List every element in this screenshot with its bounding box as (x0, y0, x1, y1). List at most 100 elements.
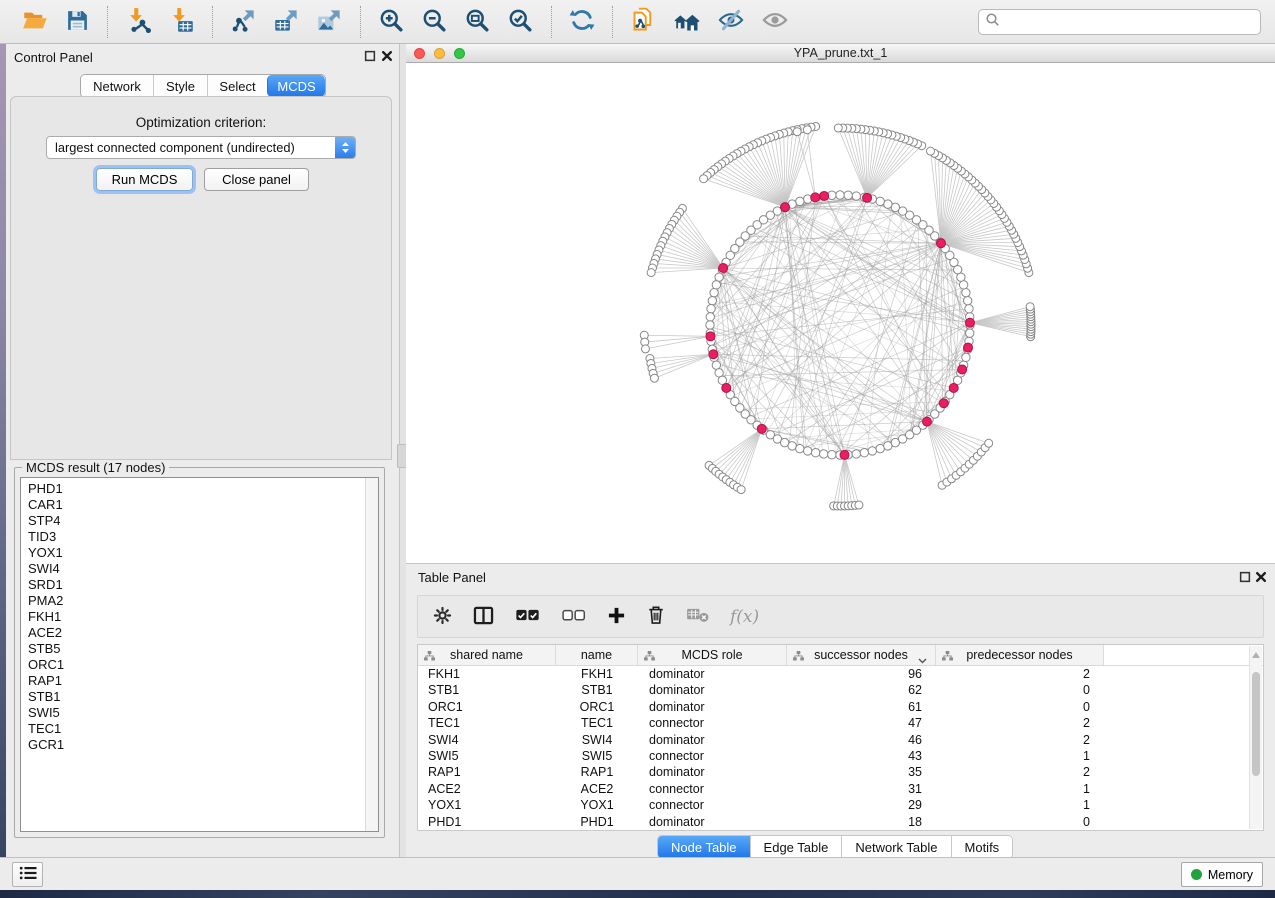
column-label: MCDS role (681, 648, 742, 662)
import-network-button[interactable] (120, 5, 157, 39)
refresh-button[interactable] (564, 5, 600, 38)
mcds-result-item[interactable]: STB1 (21, 689, 365, 705)
zoom-out-button[interactable] (416, 5, 453, 39)
table-settings-button[interactable] (432, 605, 453, 629)
delete-column-button[interactable] (646, 604, 666, 629)
open-file-button[interactable] (17, 5, 54, 39)
column-header-name[interactable]: name (556, 645, 638, 665)
function-builder-button[interactable]: f(x) (729, 606, 760, 628)
table-row[interactable]: RAP1RAP1dominator352 (418, 764, 1263, 780)
scrollbar-up-arrow[interactable] (1252, 652, 1260, 658)
column-header-predecessor-nodes[interactable]: predecessor nodes (936, 645, 1104, 665)
mcds-result-item[interactable]: YOX1 (21, 545, 365, 561)
control-panel: Control Panel Network Style Select MCDS … (6, 44, 400, 857)
close-table-panel-icon[interactable] (1254, 570, 1268, 587)
table-row[interactable]: SWI4SWI4dominator462 (418, 732, 1263, 748)
export-image-button[interactable] (311, 5, 348, 39)
hide-graphics-button[interactable] (712, 4, 750, 39)
hierarchy-icon (644, 650, 655, 664)
mcds-result-item[interactable]: SWI4 (21, 561, 365, 577)
memory-button[interactable]: Memory (1181, 862, 1263, 887)
mcds-result-item[interactable]: RAP1 (21, 673, 365, 689)
table-cell: 2 (936, 732, 1104, 748)
tab-network[interactable]: Network (81, 75, 153, 97)
search-box[interactable] (978, 9, 1261, 35)
zoom-fit-button[interactable] (459, 5, 496, 39)
table-row[interactable]: PHD1PHD1dominator180 (418, 814, 1263, 830)
tab-mcds[interactable]: MCDS (267, 75, 325, 97)
table-row[interactable]: TEC1TEC1connector472 (418, 715, 1263, 731)
table-cell: ACE2 (556, 781, 638, 797)
table-row[interactable]: FKH1FKH1dominator962 (418, 666, 1263, 682)
float-table-panel-icon[interactable] (1238, 570, 1252, 587)
table-cell: 46 (787, 732, 936, 748)
mcds-result-item[interactable]: PHD1 (21, 481, 365, 497)
houses-icon (673, 6, 701, 37)
column-header-shared-name[interactable]: shared name (418, 645, 556, 665)
tab-node-table[interactable]: Node Table (658, 836, 750, 858)
toolbar-separator (360, 6, 361, 38)
save-session-button[interactable] (60, 6, 95, 38)
table-cell: 29 (787, 797, 936, 813)
column-label: predecessor nodes (966, 648, 1072, 662)
mcds-result-listbox[interactable]: PHD1CAR1STP4TID3YOX1SWI4SRD1PMA2FKH1ACE2… (20, 477, 379, 832)
criterion-select[interactable]: largest connected component (undirected) (46, 136, 356, 159)
table-scrollbar[interactable] (1249, 646, 1262, 829)
export-network-icon (230, 7, 257, 37)
close-panel-icon[interactable] (380, 49, 394, 66)
mcds-result-item[interactable]: PMA2 (21, 593, 365, 609)
mcds-result-item[interactable]: SRD1 (21, 577, 365, 593)
float-panel-icon[interactable] (363, 49, 377, 66)
show-panels-menu-button[interactable] (12, 862, 43, 887)
run-mcds-button[interactable]: Run MCDS (96, 168, 193, 191)
table-row[interactable]: SWI5SWI5connector431 (418, 748, 1263, 764)
tab-motifs[interactable]: Motifs (951, 836, 1013, 858)
close-panel-button[interactable]: Close panel (204, 168, 309, 191)
mcds-result-item[interactable]: FKH1 (21, 609, 365, 625)
show-columns-button[interactable] (472, 605, 495, 629)
home-view-button[interactable] (668, 4, 706, 39)
search-input[interactable] (1005, 14, 1254, 30)
column-header-successor-nodes[interactable]: successor nodes (787, 645, 936, 665)
control-panel-title: Control Panel (14, 50, 93, 65)
zoom-selected-button[interactable] (502, 5, 539, 39)
mcds-result-item[interactable]: ACE2 (21, 625, 365, 641)
select-all-button[interactable] (514, 608, 541, 626)
mcds-result-item[interactable]: STB5 (21, 641, 365, 657)
mcds-result-item[interactable]: GCR1 (21, 737, 365, 753)
scrollbar-thumb[interactable] (1252, 672, 1260, 776)
tab-select[interactable]: Select (207, 75, 267, 97)
network-window-titlebar[interactable]: YPA_prune.txt_1 (406, 44, 1275, 63)
table-row[interactable]: ORC1ORC1dominator610 (418, 699, 1263, 715)
tab-network-table[interactable]: Network Table (841, 836, 950, 858)
tab-edge-table[interactable]: Edge Table (750, 836, 842, 858)
mcds-result-item[interactable]: TID3 (21, 529, 365, 545)
mcds-result-item[interactable]: TEC1 (21, 721, 365, 737)
add-column-button[interactable] (606, 605, 627, 629)
mcds-result-item[interactable]: CAR1 (21, 497, 365, 513)
control-panel-header: Control Panel (6, 44, 399, 70)
table-row[interactable]: STB1STB1dominator620 (418, 682, 1263, 698)
show-graphics-button[interactable] (756, 4, 794, 39)
table-row[interactable]: YOX1YOX1connector291 (418, 797, 1263, 813)
table-row[interactable]: ACE2ACE2connector311 (418, 781, 1263, 797)
zoom-in-button[interactable] (373, 5, 410, 39)
deselect-all-button[interactable] (560, 608, 587, 626)
column-header-mcds-role[interactable]: MCDS role (638, 645, 787, 665)
export-table-button[interactable] (268, 5, 305, 39)
export-network-button[interactable] (225, 5, 262, 39)
column-label: successor nodes (814, 648, 908, 662)
toolbar-separator (212, 6, 213, 38)
mcds-result-item[interactable]: ORC1 (21, 657, 365, 673)
table-cell: YOX1 (556, 797, 638, 813)
table-cell: SWI5 (556, 748, 638, 764)
network-canvas[interactable] (406, 63, 1275, 564)
delete-table-button[interactable] (685, 606, 710, 627)
mcds-list-scrollbar[interactable] (365, 478, 378, 831)
floppy-disk-icon (65, 8, 90, 36)
mcds-result-item[interactable]: STP4 (21, 513, 365, 529)
import-table-button[interactable] (163, 5, 200, 39)
copy-network-button[interactable] (625, 5, 662, 39)
mcds-result-item[interactable]: SWI5 (21, 705, 365, 721)
tab-style[interactable]: Style (153, 75, 207, 97)
